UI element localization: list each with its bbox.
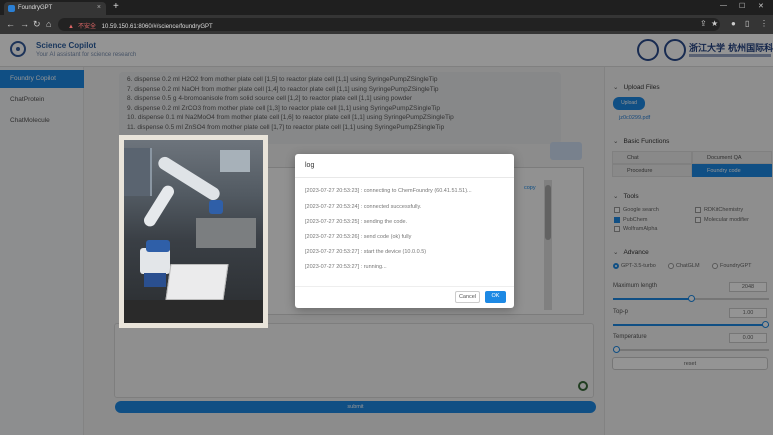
menu-icon[interactable]: ⋮ — [760, 19, 768, 28]
maximize-icon[interactable]: ☐ — [739, 2, 745, 10]
divider — [295, 286, 514, 287]
security-warning-icon: ▲ — [68, 24, 74, 30]
bookmark-star-icon[interactable]: ★ — [711, 19, 718, 28]
photo-floor — [124, 300, 263, 323]
forward-icon[interactable]: → — [20, 19, 29, 29]
log-line: [2023-07-27 20:53:27] : running... — [305, 264, 387, 270]
robot-arm-image — [124, 140, 263, 323]
tab-title: FoundryGPT — [18, 5, 53, 11]
extension-icon[interactable]: ● — [731, 19, 736, 28]
log-line: [2023-07-27 20:53:24] : connected succes… — [305, 204, 422, 210]
log-line: [2023-07-27 20:53:23] : connecting to Ch… — [305, 188, 472, 194]
divider — [295, 177, 514, 178]
dialog-title: log — [305, 162, 315, 169]
url-text: 10.59.150.61:8060/#/science/foundryGPT — [101, 24, 213, 30]
security-label: 不安全 — [77, 24, 96, 30]
home-icon[interactable]: ⌂ — [46, 19, 51, 29]
photo-sample-box — [165, 264, 229, 300]
log-line: [2023-07-27 20:53:26] : send code (ok) f… — [305, 234, 412, 240]
minimize-icon[interactable]: — — [720, 2, 727, 9]
robot-lab-photo — [119, 135, 268, 328]
photo-robot-joint — [209, 200, 223, 214]
new-tab-icon[interactable]: + — [113, 1, 119, 12]
browser-toolbar: ← → ↻ ⌂ ▲ 不安全 10.59.150.61:8060/#/science… — [0, 15, 773, 34]
photo-window — [220, 150, 250, 172]
close-window-icon[interactable]: ✕ — [758, 2, 764, 10]
sidepanel-icon[interactable]: ▯ — [745, 19, 749, 28]
close-tab-icon[interactable]: × — [97, 4, 101, 11]
back-icon[interactable]: ← — [6, 19, 15, 29]
ok-button[interactable]: OK — [485, 291, 506, 303]
photo-equipment-rack — [196, 218, 256, 248]
log-line: [2023-07-27 20:53:25] : sending the code… — [305, 219, 408, 225]
share-icon[interactable]: ⇪ — [700, 19, 707, 28]
log-dialog: log [2023-07-27 20:53:23] : connecting t… — [295, 154, 514, 308]
photo-robot-joint-blue — [146, 240, 170, 252]
browser-tabbar: FoundryGPT × + — ☐ ✕ — [0, 0, 773, 15]
log-line: [2023-07-27 20:53:27] : start the device… — [305, 249, 427, 255]
reload-icon[interactable]: ↻ — [33, 19, 41, 30]
browser-tab[interactable]: FoundryGPT × — [4, 2, 106, 15]
photo-shelf — [124, 148, 152, 196]
favicon-icon — [8, 5, 15, 12]
cancel-button[interactable]: Cancel — [455, 291, 480, 303]
photo-robot-pedestal — [144, 273, 166, 287]
address-bar[interactable]: ▲ 不安全 10.59.150.61:8060/#/science/foundry… — [58, 18, 720, 31]
